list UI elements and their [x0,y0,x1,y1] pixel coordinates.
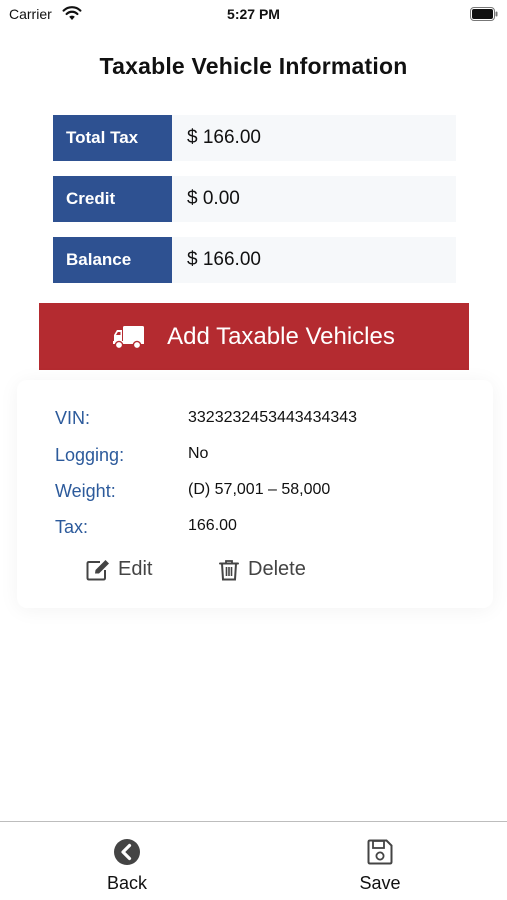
credit-value: $ 0.00 [172,176,456,222]
battery-icon [470,7,498,21]
vehicle-card: VIN: 3323232453443434343 Logging: No Wei… [17,380,493,608]
tax-value: 166.00 [188,517,237,534]
edit-icon [86,559,109,580]
back-button[interactable]: Back [72,838,182,894]
tax-label: Tax: [55,517,89,537]
credit-row: Credit $ 0.00 [53,176,456,222]
weight-label: Weight: [55,481,116,501]
add-button-label: Add Taxable Vehicles [167,322,395,350]
total-tax-row: Total Tax $ 166.00 [53,115,456,161]
delete-label: Delete [248,558,306,580]
vin-label: VIN: [55,408,91,428]
save-label: Save [359,873,401,893]
logging-value: No [188,445,209,462]
page-title: Taxable Vehicle Information [99,53,408,79]
back-arrow-icon [114,839,140,865]
add-taxable-vehicles-button[interactable]: Add Taxable Vehicles [39,303,469,370]
edit-label: Edit [118,558,153,580]
total-tax-value: $ 166.00 [172,115,456,161]
back-label: Back [106,873,148,893]
logging-label: Logging: [55,445,125,465]
weight-value: (D) 57,001 – 58,000 [188,481,331,498]
status-bar: Carrier 5:27 PM [0,0,507,28]
trash-icon [219,559,239,580]
balance-label: Balance [53,237,172,283]
credit-label: Credit [53,176,172,222]
save-icon [367,839,393,865]
balance-value: $ 166.00 [172,237,456,283]
delete-button[interactable]: Delete [218,558,306,581]
bottom-toolbar: Back Save [0,821,507,900]
edit-button[interactable]: Edit [86,558,152,581]
truck-icon [113,325,145,349]
save-button[interactable]: Save [325,838,435,894]
total-tax-label: Total Tax [53,115,172,161]
vin-value: 3323232453443434343 [188,409,358,426]
status-time: 5:27 PM [227,6,280,22]
balance-row: Balance $ 166.00 [53,237,456,283]
